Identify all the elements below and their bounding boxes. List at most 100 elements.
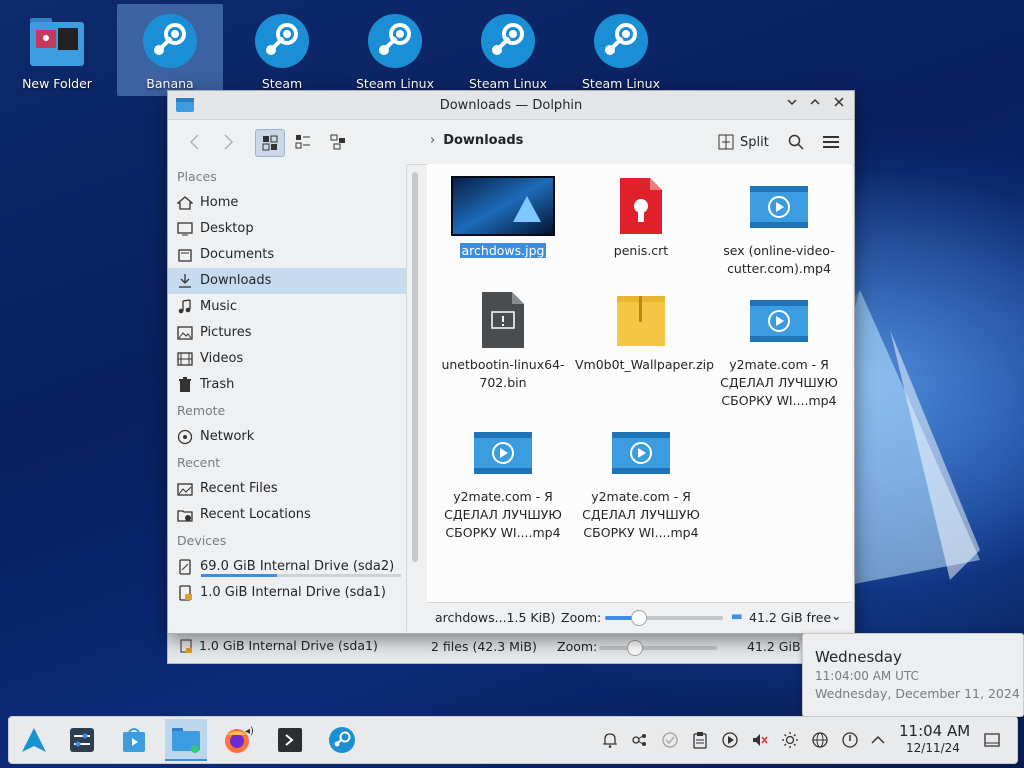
chevron-down-icon[interactable]: ⌄: [831, 608, 841, 623]
window-minimize-button[interactable]: [783, 96, 801, 114]
desktop-icon-label: Steam Linux: [355, 76, 434, 91]
sidebar-item-documents[interactable]: Documents: [168, 242, 406, 268]
media-player-icon[interactable]: [719, 729, 741, 751]
sidebar-item-downloads[interactable]: Downloads: [168, 268, 406, 294]
panel-clock-time[interactable]: 11:04 AM: [899, 722, 970, 740]
settings-icon: [70, 728, 94, 752]
chevron-up-icon[interactable]: [867, 729, 889, 751]
breadcrumb[interactable]: › Downloads: [430, 133, 523, 148]
video-file-icon: [474, 432, 532, 474]
sidebar-item-label: Desktop: [200, 221, 254, 236]
file-item[interactable]: archdows.jpg: [437, 176, 569, 260]
file-item[interactable]: penis.crt: [575, 176, 707, 260]
tree-view-icon: [330, 134, 345, 150]
recent-header: Recent: [177, 455, 221, 470]
task-dolphin[interactable]: [165, 719, 207, 761]
menu-button[interactable]: [818, 129, 844, 155]
breadcrumb-current[interactable]: Downloads: [443, 133, 523, 148]
volume-muted-icon[interactable]: [749, 729, 771, 751]
view-details-button[interactable]: [324, 129, 352, 155]
desktop-icon-steam-linux-2[interactable]: Steam Linux: [455, 4, 561, 96]
file-name: unetbootin-linux64-702.bin: [441, 357, 565, 390]
sidebar-item-trash[interactable]: Trash: [168, 372, 406, 398]
background-window-statusbar: 1.0 GiB Internal Drive (sda1) 2 files (4…: [167, 632, 853, 662]
steam-icon: [594, 14, 648, 68]
hamburger-menu-icon: [823, 136, 839, 148]
sidebar-item-desktop[interactable]: Desktop: [168, 216, 406, 242]
show-desktop-icon[interactable]: [981, 729, 1003, 751]
sidebar-item-recent-locations[interactable]: Recent Locations: [168, 502, 406, 528]
drive-usage-bar: [201, 574, 401, 577]
split-view-icon: [718, 134, 734, 150]
desktop-icon-label: Steam: [261, 76, 303, 91]
sidebar-item-videos[interactable]: Videos: [168, 346, 406, 372]
sidebar-scrollbar[interactable]: [412, 172, 418, 562]
tooltip-day: Wednesday: [815, 648, 902, 666]
file-item[interactable]: Vm0b0t_Wallpaper.zip: [575, 290, 714, 374]
back-button[interactable]: [182, 129, 208, 155]
home-icon: [177, 196, 193, 210]
sidebar-item-label: Network: [200, 429, 255, 444]
brightness-icon[interactable]: [779, 729, 801, 751]
forward-button[interactable]: [214, 129, 244, 155]
sidebar-item-label: Music: [200, 299, 237, 314]
desktop-icon-banana[interactable]: Banana: [117, 4, 223, 96]
task-system-settings[interactable]: [61, 719, 103, 761]
notifications-icon[interactable]: [599, 729, 621, 751]
file-name: y2mate.com - Я СДЕЛАЛ ЛУЧШУЮ СБОРКУ WI..…: [720, 357, 838, 408]
file-item[interactable]: y2mate.com - Я СДЕЛАЛ ЛУЧШУЮ СБОРКУ WI..…: [437, 422, 569, 542]
sidebar-item-network[interactable]: Network: [168, 424, 406, 450]
arrow-right-icon: [224, 134, 234, 150]
view-compact-button[interactable]: [289, 129, 317, 155]
sidebar-item-drive-sda1[interactable]: 1.0 GiB Internal Drive (sda1): [168, 580, 406, 606]
compact-view-icon: [295, 135, 310, 149]
network-globe-icon[interactable]: [809, 729, 831, 751]
task-firefox[interactable]: ◂): [217, 719, 259, 761]
search-button[interactable]: [783, 129, 809, 155]
window-close-button[interactable]: [830, 96, 848, 114]
desktop-icon-steam-linux-1[interactable]: Steam Linux: [342, 4, 448, 96]
window-maximize-button[interactable]: [806, 96, 824, 114]
clipboard-icon[interactable]: [689, 729, 711, 751]
file-item[interactable]: y2mate.com - Я СДЕЛАЛ ЛУЧШУЮ СБОРКУ WI..…: [713, 290, 845, 410]
sidebar-item-music[interactable]: Music: [168, 294, 406, 320]
ghost-file-count: 2 files (42.3 MiB): [431, 639, 537, 654]
steam-icon: [255, 14, 309, 68]
sidebar-item-label: Documents: [200, 247, 275, 262]
task-terminal[interactable]: [269, 719, 311, 761]
drive-icon: [179, 559, 191, 575]
dolphin-window[interactable]: Downloads — Dolphin › Downloads Split Pl…: [167, 90, 855, 634]
split-button[interactable]: Split: [718, 130, 769, 154]
trash-icon: [179, 377, 191, 392]
sidebar-item-label: Recent Files: [200, 481, 278, 496]
file-item[interactable]: unetbootin-linux64-702.bin: [437, 290, 569, 392]
breadcrumb-chevron-icon: ›: [430, 133, 436, 148]
file-view[interactable]: archdows.jpg penis.crt sex (online-video…: [427, 164, 852, 602]
sidebar-item-pictures[interactable]: Pictures: [168, 320, 406, 346]
desktop-icon-new-folder[interactable]: New Folder: [4, 4, 110, 96]
desktop-icon-steam[interactable]: Steam: [229, 4, 335, 96]
window-titlebar[interactable]: Downloads — Dolphin: [168, 91, 854, 120]
grid-view-icon: [262, 135, 278, 151]
view-icons-button[interactable]: [255, 129, 285, 157]
file-item[interactable]: y2mate.com - Я СДЕЛАЛ ЛУЧШУЮ СБОРКУ WI..…: [575, 422, 707, 542]
kde-connect-icon[interactable]: [629, 729, 651, 751]
video-file-icon: [612, 432, 670, 474]
file-item[interactable]: sex (online-video-cutter.com).mp4: [713, 176, 845, 278]
application-launcher-button[interactable]: [13, 719, 55, 761]
update-icon[interactable]: [659, 729, 681, 751]
storage-indicator-icon: ▬: [731, 608, 743, 623]
terminal-icon: [278, 728, 302, 752]
file-name: sex (online-video-cutter.com).mp4: [723, 243, 835, 276]
sidebar-item-drive-sda2[interactable]: 69.0 GiB Internal Drive (sda2): [168, 554, 406, 580]
sidebar-item-home[interactable]: Home: [168, 190, 406, 216]
task-discover[interactable]: [113, 719, 155, 761]
desktop-icon-steam-linux-3[interactable]: Steam Linux: [568, 4, 674, 96]
task-steam[interactable]: [321, 719, 363, 761]
panel-clock-date[interactable]: 12/11/24: [906, 741, 960, 755]
network-icon: [177, 429, 193, 445]
zoom-slider[interactable]: [605, 610, 723, 626]
close-icon: [834, 97, 844, 107]
sidebar-item-recent-files[interactable]: Recent Files: [168, 476, 406, 502]
power-management-icon[interactable]: [839, 729, 861, 751]
